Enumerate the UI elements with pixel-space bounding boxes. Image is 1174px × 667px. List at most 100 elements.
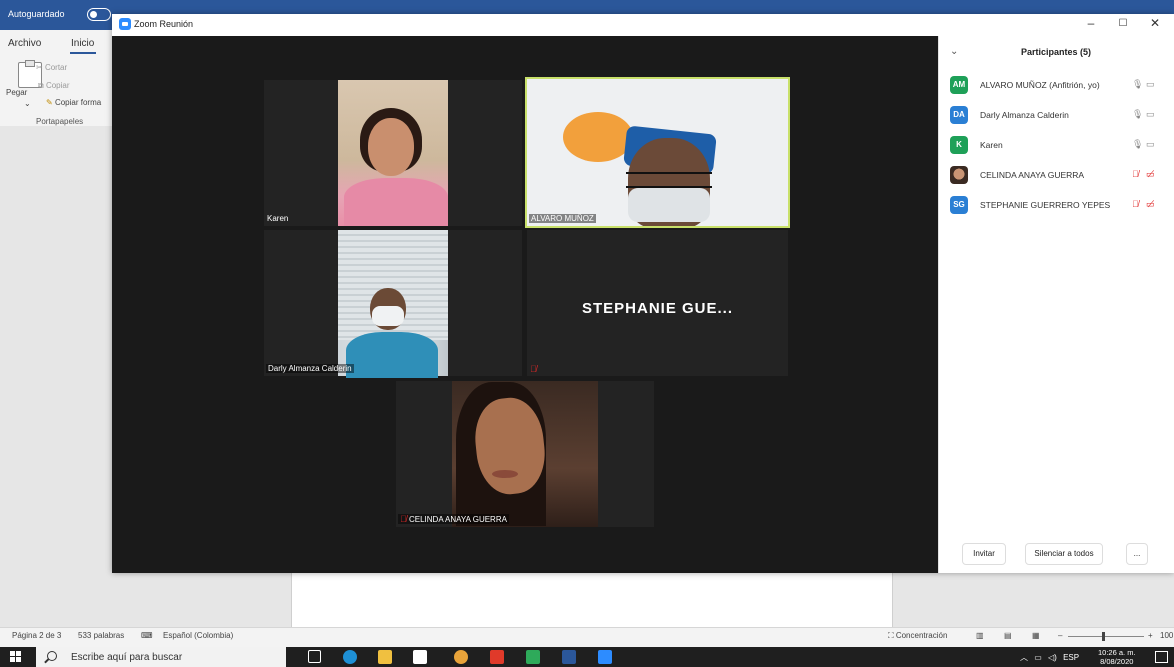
avatar: K (950, 136, 968, 154)
avatar-photo (950, 166, 968, 184)
chevron-up-icon[interactable]: ︿ (1020, 653, 1028, 662)
more-options-button[interactable]: ... (1126, 543, 1148, 565)
clock-time: 10:26 a. m. (1098, 648, 1136, 657)
participant-row[interactable]: AM ALVARO MUÑOZ (Anfitrión, yo) 🎙 ▭ (950, 76, 1164, 96)
participant-name: Karen (980, 140, 1003, 150)
video-off-icon[interactable]: ▭̸ (1146, 169, 1155, 180)
copy-button[interactable]: ⧉ Copiar (38, 81, 70, 91)
network-icon[interactable]: ▭ (1034, 653, 1042, 662)
system-tray[interactable]: ︿ ▭ ◁) ESP (1020, 652, 1079, 663)
karen-body (344, 178, 448, 226)
participant-row[interactable]: K Karen 🎙 ▭ (950, 136, 1164, 156)
language-status[interactable]: Español (Colombia) (163, 631, 233, 640)
volume-icon[interactable]: ◁) (1048, 653, 1057, 662)
copy-label: Copiar (45, 81, 70, 90)
copy-icon: ⧉ (38, 81, 46, 90)
zoom-icon[interactable] (598, 650, 612, 664)
search-icon (47, 651, 57, 661)
mute-all-button[interactable]: Silenciar a todos (1025, 543, 1103, 565)
minimize-button[interactable]: – (1081, 16, 1101, 30)
edge-icon[interactable] (343, 650, 357, 664)
task-view-icon[interactable] (308, 650, 321, 663)
proofing-icon[interactable]: ⌨ (141, 631, 153, 640)
tile-name-celinda-text: CELINDA ANAYA GUERRA (408, 515, 507, 524)
tab-inicio[interactable]: Inicio (71, 38, 94, 49)
avatar: DA (950, 106, 968, 124)
maximize-button[interactable]: ☐ (1113, 18, 1133, 29)
tile-name-celinda: 🎙̸ CELINDA ANAYA GUERRA (398, 514, 509, 524)
print-layout-icon[interactable]: ▤ (1004, 631, 1012, 640)
format-painter-label: Copiar forma (54, 98, 102, 107)
tile-name-karen: Karen (267, 214, 289, 223)
autosave-toggle[interactable] (87, 8, 111, 21)
close-button[interactable]: ✕ (1145, 16, 1165, 30)
windows-start-icon[interactable] (10, 651, 22, 663)
web-layout-icon[interactable]: ▦ (1032, 631, 1040, 640)
celinda-lips (492, 470, 518, 478)
acrobat-icon[interactable] (490, 650, 504, 664)
zoom-window-title: Zoom Reunión (134, 19, 194, 29)
taskbar-clock[interactable]: 10:26 a. m. 8/08/2020 (1098, 648, 1136, 666)
zoom-slider[interactable] (1068, 636, 1144, 637)
participants-title: Participantes (5) (1020, 47, 1092, 57)
search-placeholder: Escribe aquí para buscar (71, 652, 183, 663)
format-painter-button[interactable]: ✎ Copiar forma (46, 98, 101, 107)
chrome-icon[interactable] (454, 650, 468, 664)
participant-row[interactable]: CELINDA ANAYA GUERRA 🎙̸ ▭̸ (950, 166, 1164, 186)
zoom-level[interactable]: 100 (1160, 631, 1173, 640)
clock-date: 8/08/2020 (1100, 657, 1134, 666)
invite-button[interactable]: Invitar (962, 543, 1006, 565)
focus-mode-button[interactable]: ⛶ Concentración (888, 631, 947, 641)
tile-name-darly: Darly Almanza Calderin (266, 364, 354, 373)
paste-button[interactable]: Pegar (6, 88, 27, 97)
input-language[interactable]: ESP (1063, 653, 1079, 662)
participant-row[interactable]: DA Darly Almanza Calderin 🎙 ▭ (950, 106, 1164, 126)
avatar: AM (950, 76, 968, 94)
participant-row[interactable]: SG STEPHANIE GUERRERO YEPES 🎙̸ ▭̸ (950, 196, 1164, 216)
zoom-title-bar[interactable] (112, 14, 1174, 36)
video-camera-icon[interactable]: ▭ (1146, 79, 1155, 90)
microphone-icon[interactable]: 🎙 (1132, 109, 1143, 120)
avatar: SG (950, 196, 968, 214)
darly-mask (372, 306, 404, 326)
zoom-app-icon (119, 18, 131, 30)
video-camera-icon[interactable]: ▭ (1146, 109, 1155, 120)
read-mode-icon[interactable]: ▥ (976, 631, 984, 640)
video-off-icon[interactable]: ▭̸ (1146, 199, 1155, 210)
word-count[interactable]: 533 palabras (78, 631, 124, 640)
microphone-icon[interactable]: 🎙 (1132, 139, 1143, 150)
whiteboard-icon[interactable] (526, 650, 540, 664)
paste-dropdown-icon[interactable]: ⌄ (24, 99, 31, 108)
zoom-in-button[interactable]: + (1148, 631, 1153, 640)
zoom-slider-thumb[interactable] (1102, 632, 1105, 641)
cut-label: Cortar (44, 63, 68, 72)
clipboard-group-label: Portapapeles (36, 117, 84, 126)
video-tile-alvaro-active-speaker[interactable] (525, 77, 790, 228)
file-explorer-icon[interactable] (378, 650, 392, 664)
participant-name: ALVARO MUÑOZ (Anfitrión, yo) (980, 80, 1100, 90)
page-count[interactable]: Página 2 de 3 (12, 631, 61, 640)
tile-name-alvaro: ALVARO MUÑOZ (529, 214, 596, 223)
notifications-icon[interactable] (1155, 651, 1168, 663)
tab-archivo[interactable]: Archivo (8, 38, 41, 49)
karen-face (368, 118, 414, 176)
participant-name: STEPHANIE GUERRERO YEPES (980, 200, 1111, 210)
scissors-icon: ✂ (36, 63, 45, 72)
microphone-muted-icon[interactable]: 🎙̸ (1132, 169, 1139, 179)
focus-label: Concentración (895, 631, 948, 640)
focus-icon: ⛶ (888, 631, 896, 640)
mic-muted-icon: 🎙̸ (530, 364, 537, 374)
word-icon[interactable] (562, 650, 576, 664)
microphone-muted-icon[interactable]: 🎙̸ (1132, 199, 1139, 209)
autosave-label: Autoguardado (8, 9, 65, 19)
microphone-icon[interactable]: 🎙 (1132, 79, 1143, 90)
cut-button[interactable]: ✂ Cortar (36, 63, 67, 72)
document-page[interactable] (291, 571, 893, 628)
darly-body (346, 332, 438, 378)
brush-icon: ✎ (46, 98, 55, 107)
tile-name-stephanie: STEPHANIE GUE... (581, 300, 734, 317)
video-camera-icon[interactable]: ▭ (1146, 139, 1155, 150)
participant-name: Darly Almanza Calderin (980, 110, 1069, 120)
zoom-out-button[interactable]: – (1058, 631, 1062, 640)
store-icon[interactable] (413, 650, 427, 664)
